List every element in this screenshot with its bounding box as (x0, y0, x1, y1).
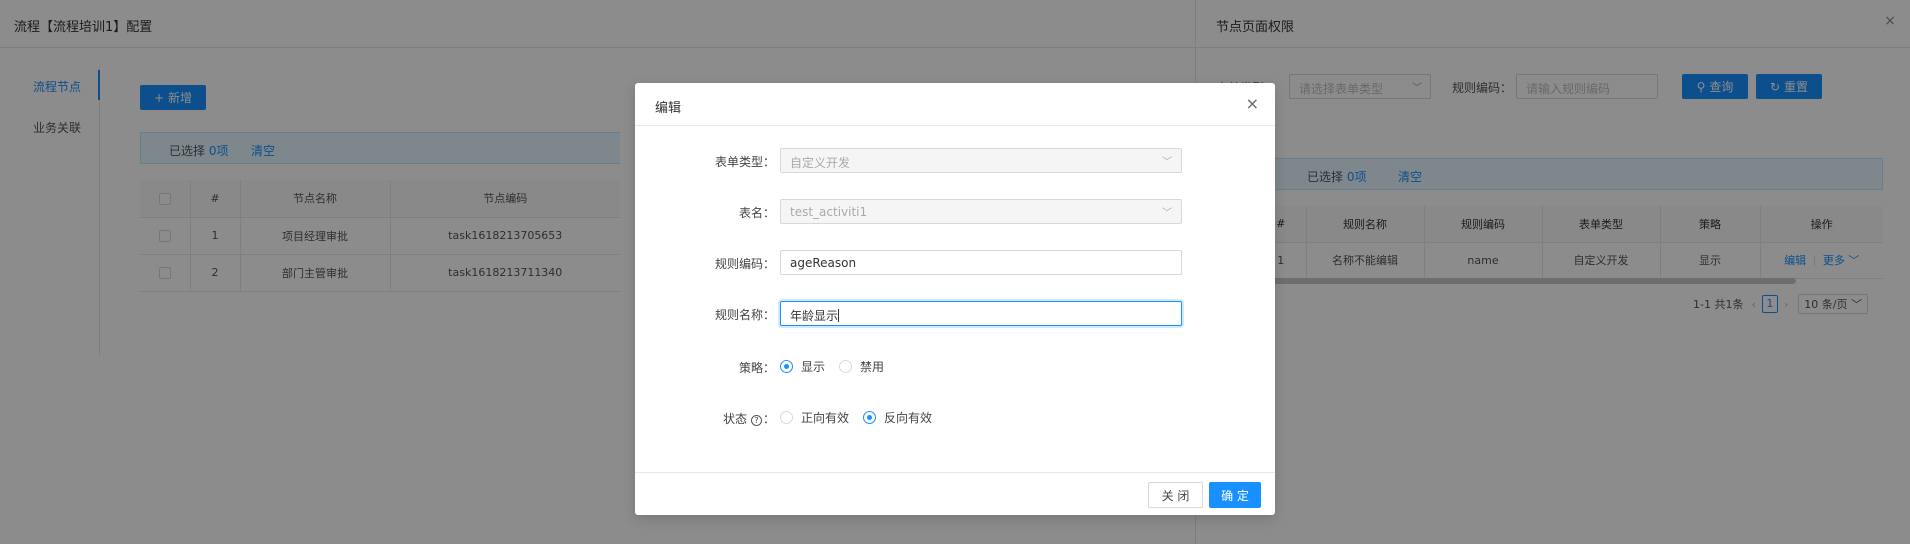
modal-header: 编辑 × (635, 83, 1275, 126)
form-type-select: 自定义开发 ﹀ (780, 148, 1182, 173)
rule-name-input[interactable]: 年龄显示 (780, 301, 1182, 326)
form-type-label: 表单类型： (714, 155, 775, 169)
modal-close-icon[interactable]: × (1246, 94, 1259, 113)
rule-name-label: 规则名称： (714, 308, 775, 322)
radio-checked[interactable] (863, 411, 877, 424)
confirm-button[interactable]: 确 定 (1209, 482, 1261, 508)
radio-checked[interactable] (780, 360, 793, 373)
status-label: 状态?： (722, 412, 775, 426)
chevron-down-icon: ﹀ (1162, 208, 1172, 219)
table-name-label: 表名： (738, 206, 775, 220)
text-caret (838, 309, 840, 322)
radio-unchecked[interactable] (839, 360, 853, 373)
strategy-option-disable[interactable]: 禁用 (839, 358, 884, 375)
strategy-option-show[interactable]: 显示 (780, 358, 825, 375)
status-option-forward[interactable]: 正向有效 (780, 409, 849, 426)
strategy-label: 策略： (738, 361, 775, 375)
edit-modal: 编辑 × 表单类型： 自定义开发 ﹀ 表名： test_activiti1 ﹀ … (635, 83, 1275, 515)
chevron-down-icon: ﹀ (1162, 157, 1172, 168)
rule-code-label: 规则编码： (714, 257, 775, 271)
modal-footer: 关 闭 确 定 (635, 472, 1275, 515)
table-name-select: test_activiti1 ﹀ (780, 199, 1182, 224)
radio-unchecked[interactable] (780, 411, 793, 424)
question-circle-icon[interactable]: ? (750, 415, 762, 426)
status-option-reverse[interactable]: 反向有效 (863, 409, 932, 426)
close-button[interactable]: 关 闭 (1148, 482, 1203, 508)
status-radio-group: 正向有效 反向有效 (780, 409, 946, 426)
modal-title: 编辑 (655, 101, 682, 116)
strategy-radio-group: 显示 禁用 (780, 358, 898, 375)
rule-code-input[interactable]: ageReason (780, 250, 1182, 275)
